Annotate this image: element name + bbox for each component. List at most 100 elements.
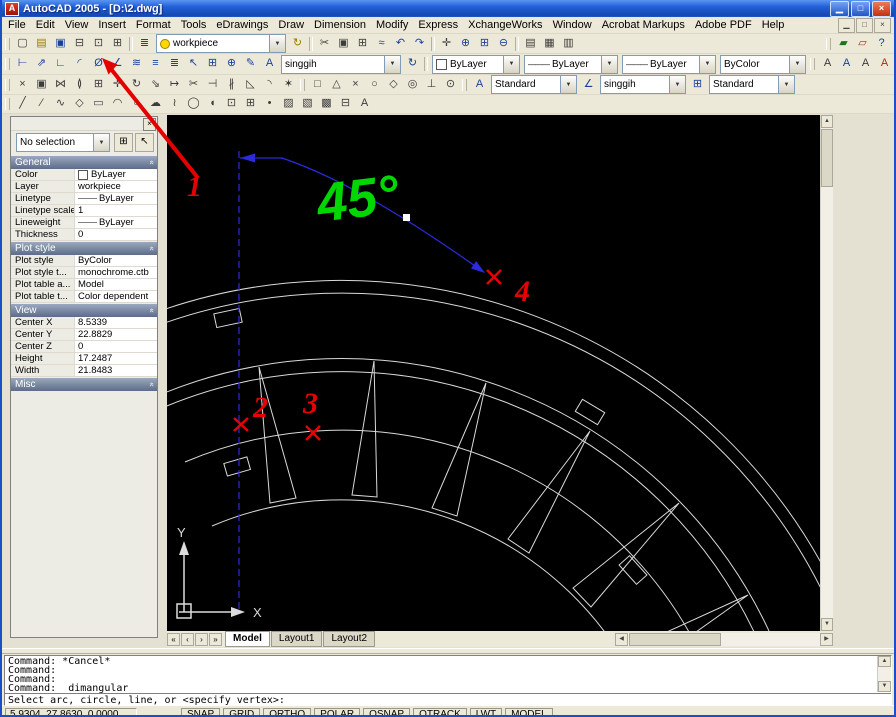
markup-set-manager-icon[interactable]: ▱ [853, 36, 872, 52]
dim-style-control-icon[interactable]: ∠ [579, 77, 598, 93]
toolbar-grip[interactable] [810, 58, 815, 70]
angular-dimension-icon[interactable]: ∠ [108, 56, 127, 72]
multiline-text-icon[interactable]: A [355, 96, 374, 112]
dropdown-arrow-icon[interactable]: ▼ [699, 56, 715, 73]
property-value[interactable]: 0 [75, 341, 157, 353]
point-icon[interactable]: • [260, 96, 279, 112]
drawing-canvas[interactable]: 45° 2 3 4 Y X [167, 115, 820, 631]
text-style-1-icon[interactable]: A [818, 56, 837, 72]
property-value[interactable]: ByColor [75, 255, 157, 267]
toolbar-grip[interactable] [5, 38, 10, 50]
zoom-previous-icon[interactable]: ⊖ [494, 36, 513, 52]
doc-restore-button[interactable]: □ [856, 18, 873, 33]
drawing-horizontal-scrollbar[interactable]: ◀ ▶ [615, 633, 833, 646]
fillet-icon[interactable]: ◝ [260, 77, 279, 93]
section-header-misc[interactable]: Misc« [11, 378, 157, 391]
tool-palettes-icon[interactable]: ▥ [559, 36, 578, 52]
scale-icon[interactable]: ⇘ [146, 77, 165, 93]
property-value[interactable]: 0 [75, 229, 157, 241]
lineweight-combo[interactable]: ———ByLayer▼ [622, 55, 716, 74]
erase-icon[interactable]: × [13, 77, 32, 93]
menu-insert[interactable]: Insert [93, 18, 131, 32]
dimension-text-edit-icon[interactable]: A [260, 56, 279, 72]
menu-file[interactable]: File [3, 18, 31, 32]
snap-to-quadrant-icon[interactable]: ◇ [384, 77, 403, 93]
menu-acrobat-markups[interactable]: Acrobat Markups [597, 18, 690, 32]
trim-icon[interactable]: ✂ [184, 77, 203, 93]
menu-help[interactable]: Help [757, 18, 790, 32]
snap-to-node-icon[interactable]: ⊙ [441, 77, 460, 93]
stretch-icon[interactable]: ↦ [165, 77, 184, 93]
menu-express[interactable]: Express [413, 18, 463, 32]
snap-to-endpoint-icon[interactable]: □ [308, 77, 327, 93]
scroll-up-icon[interactable]: ▲ [821, 115, 833, 128]
array-icon[interactable]: ⊞ [89, 77, 108, 93]
selection-combo[interactable]: No selection ▼ [16, 133, 110, 152]
collapse-chevron-icon[interactable]: « [147, 308, 156, 312]
snap-to-intersection-icon[interactable]: × [346, 77, 365, 93]
insert-block-icon[interactable]: ⊡ [222, 96, 241, 112]
linear-dimension-icon[interactable]: ⊢ [13, 56, 32, 72]
menu-view[interactable]: View [60, 18, 94, 32]
palette-close-icon[interactable]: × [143, 118, 156, 131]
text-style-3-icon[interactable]: A [856, 56, 875, 72]
palette-header[interactable]: × [11, 117, 157, 131]
doc-close-button[interactable]: × [874, 18, 891, 33]
scroll-down-icon[interactable]: ▼ [878, 681, 891, 692]
text-style-2-icon[interactable]: A [837, 56, 856, 72]
continue-dimension-icon[interactable]: ≣ [165, 56, 184, 72]
revision-cloud-icon[interactable]: ☁ [146, 96, 165, 112]
menu-tools[interactable]: Tools [176, 18, 212, 32]
table-style-control-icon[interactable]: ⊞ [688, 77, 707, 93]
quick-dimension-icon[interactable]: ≋ [127, 56, 146, 72]
property-value[interactable]: 22.8829 [75, 329, 157, 341]
designcenter-icon[interactable]: ▦ [540, 36, 559, 52]
snap-to-tangent-icon[interactable]: ◎ [403, 77, 422, 93]
status-toggle-osnap[interactable]: OSNAP [363, 708, 410, 717]
select-objects-icon[interactable]: ↖ [135, 133, 154, 152]
command-text-area[interactable]: Command: *Cancel*Command:Command:Command… [4, 655, 892, 706]
cut-icon[interactable]: ✂ [315, 36, 334, 52]
tab-nav-next-icon[interactable]: › [195, 633, 208, 646]
dropdown-arrow-icon[interactable]: ▼ [560, 76, 576, 93]
menu-window[interactable]: Window [548, 18, 597, 32]
collapse-chevron-icon[interactable]: « [147, 160, 156, 164]
status-toggle-model[interactable]: MODEL [505, 708, 553, 717]
status-toggle-ortho[interactable]: ORTHO [263, 708, 311, 717]
scroll-left-icon[interactable]: ◀ [615, 633, 628, 646]
undo-icon[interactable]: ↶ [391, 36, 410, 52]
section-header-general[interactable]: General« [11, 156, 157, 169]
region-icon[interactable]: ▩ [317, 96, 336, 112]
diameter-dimension-icon[interactable]: Ø [89, 56, 108, 72]
collapse-chevron-icon[interactable]: « [147, 382, 156, 386]
zoom-realtime-icon[interactable]: ⊕ [456, 36, 475, 52]
spline-icon[interactable]: ≀ [165, 96, 184, 112]
collapse-chevron-icon[interactable]: « [147, 246, 156, 250]
drawing-vertical-scrollbar[interactable]: ▲ ▼ [820, 115, 833, 631]
command-input-row[interactable]: Select arc, circle, line, or <specify ve… [5, 693, 891, 706]
text-style-combo[interactable]: Standard▼ [491, 75, 577, 94]
copy-icon[interactable]: ▣ [334, 36, 353, 52]
rectangle-icon[interactable]: ▭ [89, 96, 108, 112]
save-icon[interactable]: ▣ [51, 36, 70, 52]
arc-icon[interactable]: ◠ [108, 96, 127, 112]
redo-icon[interactable]: ↷ [410, 36, 429, 52]
menu-modify[interactable]: Modify [371, 18, 413, 32]
zoom-window-icon[interactable]: ⊞ [475, 36, 494, 52]
dim-style-combo[interactable]: singgih▼ [281, 55, 401, 74]
match-properties-icon[interactable]: ≈ [372, 36, 391, 52]
tolerance-icon[interactable]: ⊞ [203, 56, 222, 72]
property-value[interactable]: Color dependent [75, 291, 157, 303]
radius-dimension-icon[interactable]: ◜ [70, 56, 89, 72]
construction-line-icon[interactable]: ∕ [32, 96, 51, 112]
status-toggle-snap[interactable]: SNAP [181, 708, 220, 717]
property-value[interactable]: 17.2487 [75, 353, 157, 365]
property-value[interactable]: workpiece [75, 181, 157, 193]
pan-realtime-icon[interactable]: ✛ [437, 36, 456, 52]
scroll-right-icon[interactable]: ▶ [820, 633, 833, 646]
quick-select-icon[interactable]: ⊞ [114, 133, 133, 152]
status-toggle-lwt[interactable]: LWT [470, 708, 502, 717]
restore-button[interactable]: □ [851, 1, 870, 17]
property-value[interactable]: ———ByLayer [75, 217, 157, 229]
baseline-dimension-icon[interactable]: ≡ [146, 56, 165, 72]
